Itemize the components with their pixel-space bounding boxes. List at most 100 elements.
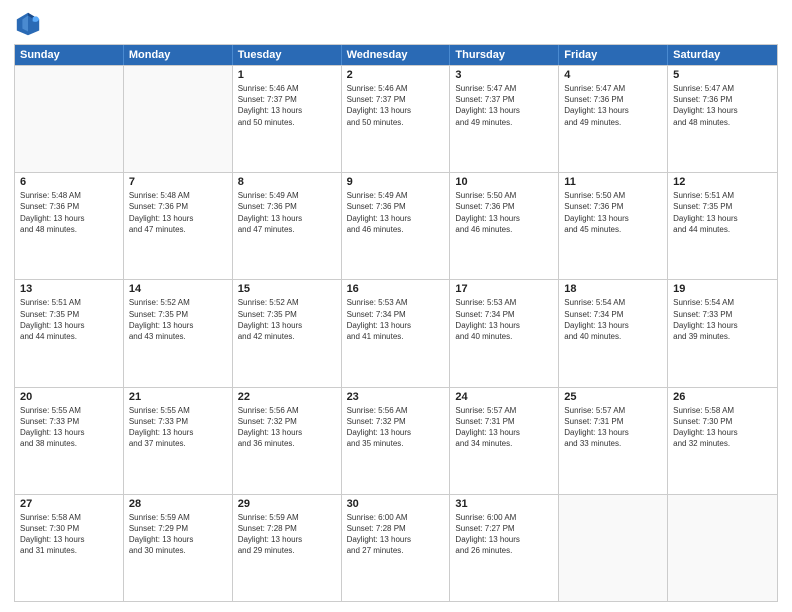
day-info: Sunrise: 5:59 AM Sunset: 7:28 PM Dayligh…: [238, 512, 336, 557]
cal-cell: 11Sunrise: 5:50 AM Sunset: 7:36 PM Dayli…: [559, 173, 668, 279]
day-number: 6: [20, 176, 118, 188]
cal-cell: 15 Sunrise: 5:52 AM Sunset: 7:35 PM Dayli…: [233, 280, 342, 386]
cal-cell: 17Sunrise: 5:53 AM Sunset: 7:34 PM Dayli…: [450, 280, 559, 386]
day-info: Sunrise: 5:46 AM Sunset: 7:37 PM Dayligh…: [238, 83, 336, 128]
header: [14, 10, 778, 38]
day-number: 12: [673, 176, 772, 188]
cal-cell: 9 Sunrise: 5:49 AM Sunset: 7:36 PM Daylig…: [342, 173, 451, 279]
day-info: Sunrise: 5:46 AM Sunset: 7:37 PM Dayligh…: [347, 83, 445, 128]
cal-cell: 16Sunrise: 5:53 AM Sunset: 7:34 PM Dayli…: [342, 280, 451, 386]
day-info: Sunrise: 5:49 AM Sunset: 7:36 PM Dayligh…: [238, 190, 336, 235]
day-number: 9: [347, 176, 445, 188]
day-number: 29: [238, 498, 336, 510]
cal-cell: 4Sunrise: 5:47 AM Sunset: 7:36 PM Daylig…: [559, 66, 668, 172]
cal-cell: 7Sunrise: 5:48 AM Sunset: 7:36 PM Daylig…: [124, 173, 233, 279]
day-number: 10: [455, 176, 553, 188]
logo: [14, 10, 46, 38]
day-info: Sunrise: 5:49 AM Sunset: 7:36 PM Dayligh…: [347, 190, 445, 235]
day-number: 18: [564, 283, 662, 295]
cal-cell: 6 Sunrise: 5:48 AM Sunset: 7:36 PM Daylig…: [15, 173, 124, 279]
cal-cell: [15, 66, 124, 172]
day-number: 28: [129, 498, 227, 510]
header-cell-saturday: Saturday: [668, 45, 777, 65]
cal-cell: 22 Sunrise: 5:56 AM Sunset: 7:32 PM Dayli…: [233, 388, 342, 494]
day-info: Sunrise: 5:55 AM Sunset: 7:33 PM Dayligh…: [129, 405, 227, 450]
day-info: Sunrise: 5:48 AM Sunset: 7:36 PM Dayligh…: [129, 190, 227, 235]
day-number: 20: [20, 391, 118, 403]
day-info: Sunrise: 5:50 AM Sunset: 7:36 PM Dayligh…: [455, 190, 553, 235]
page: SundayMondayTuesdayWednesdayThursdayFrid…: [0, 0, 792, 612]
day-info: Sunrise: 5:58 AM Sunset: 7:30 PM Dayligh…: [673, 405, 772, 450]
cal-cell: 19 Sunrise: 5:54 AM Sunset: 7:33 PM Dayli…: [668, 280, 777, 386]
day-info: Sunrise: 5:58 AM Sunset: 7:30 PM Dayligh…: [20, 512, 118, 557]
day-number: 15: [238, 283, 336, 295]
day-number: 11: [564, 176, 662, 188]
day-number: 8: [238, 176, 336, 188]
cal-cell: 5Sunrise: 5:47 AM Sunset: 7:36 PM Daylig…: [668, 66, 777, 172]
week-row-5: 27Sunrise: 5:58 AM Sunset: 7:30 PM Dayli…: [15, 494, 777, 601]
day-info: Sunrise: 5:54 AM Sunset: 7:34 PM Dayligh…: [564, 297, 662, 342]
cal-cell: 29 Sunrise: 5:59 AM Sunset: 7:28 PM Dayli…: [233, 495, 342, 601]
day-info: Sunrise: 5:47 AM Sunset: 7:37 PM Dayligh…: [455, 83, 553, 128]
day-info: Sunrise: 5:51 AM Sunset: 7:35 PM Dayligh…: [673, 190, 772, 235]
day-number: 30: [347, 498, 445, 510]
cal-cell: [668, 495, 777, 601]
day-number: 5: [673, 69, 772, 81]
cal-cell: 26 Sunrise: 5:58 AM Sunset: 7:30 PM Dayli…: [668, 388, 777, 494]
day-number: 22: [238, 391, 336, 403]
week-row-1: 1 Sunrise: 5:46 AM Sunset: 7:37 PM Daylig…: [15, 65, 777, 172]
logo-icon: [14, 10, 42, 38]
cal-cell: 14Sunrise: 5:52 AM Sunset: 7:35 PM Dayli…: [124, 280, 233, 386]
calendar-header: SundayMondayTuesdayWednesdayThursdayFrid…: [15, 45, 777, 65]
cal-cell: 18 Sunrise: 5:54 AM Sunset: 7:34 PM Dayli…: [559, 280, 668, 386]
cal-cell: 1 Sunrise: 5:46 AM Sunset: 7:37 PM Daylig…: [233, 66, 342, 172]
day-info: Sunrise: 5:57 AM Sunset: 7:31 PM Dayligh…: [455, 405, 553, 450]
calendar: SundayMondayTuesdayWednesdayThursdayFrid…: [14, 44, 778, 602]
cal-cell: 20Sunrise: 5:55 AM Sunset: 7:33 PM Dayli…: [15, 388, 124, 494]
day-info: Sunrise: 5:53 AM Sunset: 7:34 PM Dayligh…: [455, 297, 553, 342]
header-cell-thursday: Thursday: [450, 45, 559, 65]
day-info: Sunrise: 5:59 AM Sunset: 7:29 PM Dayligh…: [129, 512, 227, 557]
day-number: 21: [129, 391, 227, 403]
day-number: 1: [238, 69, 336, 81]
day-number: 16: [347, 283, 445, 295]
day-info: Sunrise: 6:00 AM Sunset: 7:28 PM Dayligh…: [347, 512, 445, 557]
day-number: 31: [455, 498, 553, 510]
cal-cell: 8 Sunrise: 5:49 AM Sunset: 7:36 PM Daylig…: [233, 173, 342, 279]
cal-cell: 3 Sunrise: 5:47 AM Sunset: 7:37 PM Daylig…: [450, 66, 559, 172]
week-row-2: 6 Sunrise: 5:48 AM Sunset: 7:36 PM Daylig…: [15, 172, 777, 279]
day-number: 23: [347, 391, 445, 403]
cal-cell: 21 Sunrise: 5:55 AM Sunset: 7:33 PM Dayli…: [124, 388, 233, 494]
header-cell-tuesday: Tuesday: [233, 45, 342, 65]
cal-cell: 28 Sunrise: 5:59 AM Sunset: 7:29 PM Dayli…: [124, 495, 233, 601]
cal-cell: 31 Sunrise: 6:00 AM Sunset: 7:27 PM Dayli…: [450, 495, 559, 601]
day-number: 25: [564, 391, 662, 403]
day-info: Sunrise: 5:52 AM Sunset: 7:35 PM Dayligh…: [238, 297, 336, 342]
day-number: 13: [20, 283, 118, 295]
cal-cell: 23Sunrise: 5:56 AM Sunset: 7:32 PM Dayli…: [342, 388, 451, 494]
cal-cell: [559, 495, 668, 601]
day-number: 24: [455, 391, 553, 403]
header-cell-sunday: Sunday: [15, 45, 124, 65]
day-number: 2: [347, 69, 445, 81]
cal-cell: 30 Sunrise: 6:00 AM Sunset: 7:28 PM Dayli…: [342, 495, 451, 601]
day-info: Sunrise: 5:48 AM Sunset: 7:36 PM Dayligh…: [20, 190, 118, 235]
day-number: 4: [564, 69, 662, 81]
header-cell-wednesday: Wednesday: [342, 45, 451, 65]
cal-cell: 10 Sunrise: 5:50 AM Sunset: 7:36 PM Dayli…: [450, 173, 559, 279]
day-info: Sunrise: 5:54 AM Sunset: 7:33 PM Dayligh…: [673, 297, 772, 342]
header-cell-friday: Friday: [559, 45, 668, 65]
day-number: 3: [455, 69, 553, 81]
day-info: Sunrise: 6:00 AM Sunset: 7:27 PM Dayligh…: [455, 512, 553, 557]
week-row-3: 13Sunrise: 5:51 AM Sunset: 7:35 PM Dayli…: [15, 279, 777, 386]
cal-cell: 25 Sunrise: 5:57 AM Sunset: 7:31 PM Dayli…: [559, 388, 668, 494]
day-info: Sunrise: 5:57 AM Sunset: 7:31 PM Dayligh…: [564, 405, 662, 450]
calendar-body: 1 Sunrise: 5:46 AM Sunset: 7:37 PM Daylig…: [15, 65, 777, 601]
day-info: Sunrise: 5:52 AM Sunset: 7:35 PM Dayligh…: [129, 297, 227, 342]
day-number: 26: [673, 391, 772, 403]
week-row-4: 20 Sunrise: 5:55 AM Sunset: 7:33 PM Dayli…: [15, 387, 777, 494]
cal-cell: 24 Sunrise: 5:57 AM Sunset: 7:31 PM Dayli…: [450, 388, 559, 494]
day-number: 19: [673, 283, 772, 295]
day-info: Sunrise: 5:56 AM Sunset: 7:32 PM Dayligh…: [238, 405, 336, 450]
cal-cell: 2 Sunrise: 5:46 AM Sunset: 7:37 PM Daylig…: [342, 66, 451, 172]
